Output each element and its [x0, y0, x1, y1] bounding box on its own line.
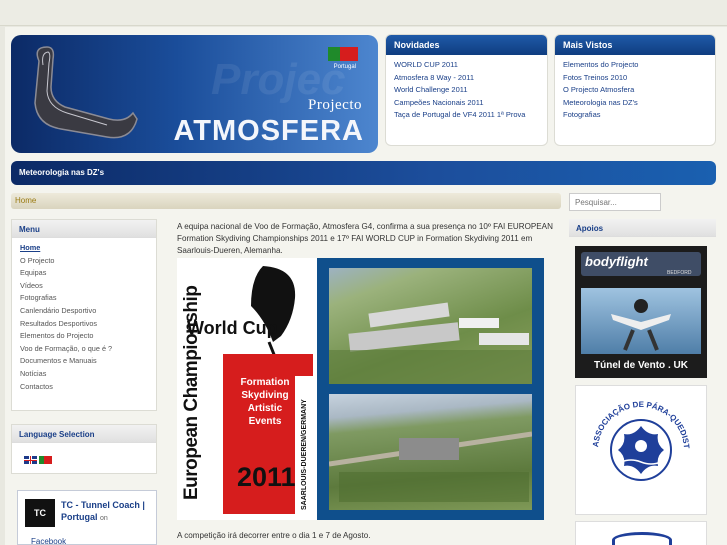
tc-logo: TC: [25, 499, 55, 527]
nav-bar: Meteorologia nas DZ's: [11, 161, 716, 185]
novidades-item[interactable]: World Challenge 2011: [394, 84, 539, 97]
bodyflight-sub: BEDFORD: [667, 270, 692, 276]
banner-brand: ATMOSFERA: [173, 115, 364, 147]
bodyflight-sponsor-banner[interactable]: bodyflight BEDFORD Túnel de Vento . UK: [575, 246, 707, 378]
poster-location: SAARLOUIS-DUEREN/GERMANY: [301, 399, 308, 510]
facebook-on-label: on: [100, 515, 108, 522]
tunnel-label: Túnel de Vento . UK: [594, 360, 688, 371]
menu-panel: Menu Home O Projecto Equipas Vídeos Foto…: [11, 219, 157, 411]
sponsor-logo-partial[interactable]: [575, 521, 707, 545]
menu-item[interactable]: Documentos e Manuais: [20, 355, 148, 368]
poster-event: Skydiving: [241, 390, 289, 401]
poster-event: Formation: [240, 377, 290, 388]
menu-item[interactable]: Vídeos: [20, 280, 148, 293]
poster-year: 2011: [237, 462, 296, 492]
poster-event: Artistic Events: [247, 403, 283, 427]
menu-title: Menu: [12, 220, 156, 238]
top-strip: [0, 0, 727, 26]
novidades-item[interactable]: Campeões Nacionais 2011: [394, 97, 539, 110]
aerial-photo-airfield[interactable]: [329, 394, 532, 510]
pt-flag-icon[interactable]: [39, 456, 52, 464]
menu-item[interactable]: O Projecto: [20, 255, 148, 268]
article-outro: A competição irá decorrer entre o dia 1 …: [177, 531, 371, 540]
menu-item[interactable]: Equipas: [20, 267, 148, 280]
novidades-item[interactable]: Atmosfera 8 Way - 2011: [394, 72, 539, 85]
menu-list: Home O Projecto Equipas Vídeos Fotografi…: [12, 238, 156, 397]
menu-item[interactable]: Voo de Formação, o que é ?: [20, 343, 148, 356]
world-cup-poster: World Cup European Championship Formatio…: [177, 258, 317, 520]
novidades-title: Novidades: [386, 35, 547, 55]
site-banner[interactable]: Projec Portugal Projecto ATMOSFERA: [11, 35, 378, 153]
menu-item[interactable]: Elementos do Projecto: [20, 330, 148, 343]
mais-vistos-item[interactable]: Elementos do Projecto: [563, 59, 707, 72]
language-panel: Language Selection: [11, 424, 157, 474]
menu-item-home[interactable]: Home: [20, 242, 148, 255]
novidades-panel: Novidades WORLD CUP 2011 Atmosfera 8 Way…: [385, 34, 548, 146]
novidades-list: WORLD CUP 2011 Atmosfera 8 Way - 2011 Wo…: [386, 55, 547, 126]
flag-label: Portugal: [333, 64, 356, 70]
bodyflight-logo: bodyflight: [585, 254, 648, 269]
menu-item[interactable]: Fotografias: [20, 292, 148, 305]
mais-vistos-item[interactable]: Fotografias: [563, 109, 707, 122]
mais-vistos-title: Mais Vistos: [555, 35, 715, 55]
aerial-photos-frame: [317, 258, 544, 520]
facebook-widget[interactable]: TC TC - Tunnel Coach | Portugal on Faceb…: [17, 490, 157, 545]
mais-vistos-list: Elementos do Projecto Fotos Treinos 2010…: [555, 55, 715, 126]
breadcrumb-home[interactable]: Home: [15, 196, 36, 205]
aerial-photo-hangars[interactable]: [329, 268, 532, 384]
breadcrumb: Home: [11, 193, 561, 209]
novidades-item[interactable]: Taça de Portugal de VF4 2011 1ª Prova: [394, 109, 539, 122]
menu-item[interactable]: Notícias: [20, 368, 148, 381]
menu-item[interactable]: Canlendário Desportivo: [20, 305, 148, 318]
mais-vistos-item[interactable]: Meteorologia nas DZ's: [563, 97, 707, 110]
mais-vistos-item[interactable]: Fotos Treinos 2010: [563, 72, 707, 85]
nav-link-meteorologia[interactable]: Meteorologia nas DZ's: [19, 168, 104, 177]
novidades-item[interactable]: WORLD CUP 2011: [394, 59, 539, 72]
language-title: Language Selection: [12, 425, 156, 443]
mais-vistos-panel: Mais Vistos Elementos do Projecto Fotos …: [554, 34, 716, 146]
sculpture-logo-icon: [34, 46, 138, 139]
facebook-network-label[interactable]: Facebook: [31, 537, 66, 545]
association-seal-icon: ASSOCIAÇÃO DE PÁRA-QUEDISTAS TEJO NORTE: [573, 379, 691, 481]
uk-flag-icon[interactable]: [24, 456, 37, 464]
article-intro: A equipa nacional de Voo de Formação, At…: [177, 222, 553, 255]
banner-project-label: Projecto: [308, 97, 362, 113]
portugal-flag-icon: [328, 47, 358, 61]
association-sponsor-logo[interactable]: ASSOCIAÇÃO DE PÁRA-QUEDISTAS TEJO NORTE: [573, 379, 707, 515]
poster-vertical-title: European Championship: [181, 285, 202, 500]
menu-item[interactable]: Resultados Desportivos: [20, 318, 148, 331]
mais-vistos-item[interactable]: O Projecto Atmosfera: [563, 84, 707, 97]
search-input[interactable]: [569, 193, 661, 211]
skydiver-icon: [611, 299, 671, 351]
menu-item[interactable]: Contactos: [20, 381, 148, 394]
apoios-title: Apoios: [569, 219, 716, 237]
